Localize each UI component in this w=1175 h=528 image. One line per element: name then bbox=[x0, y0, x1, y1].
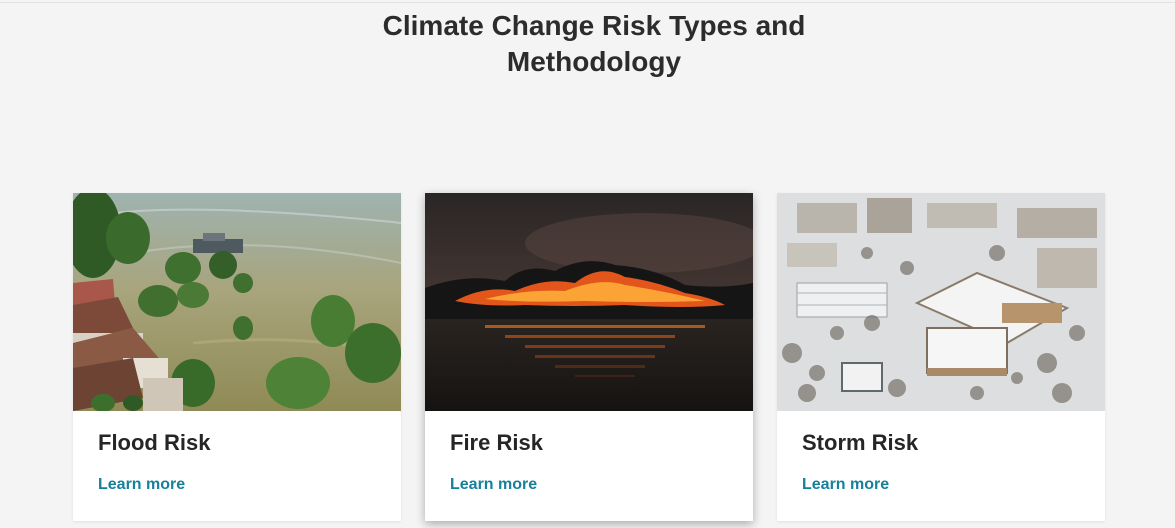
page-title-line-2: Methodology bbox=[506, 46, 682, 77]
card-title: Fire Risk bbox=[450, 430, 543, 455]
storm-risk-image bbox=[777, 193, 1105, 411]
storm-risk-card[interactable]: Storm Risk Learn more bbox=[777, 193, 1105, 521]
card-title: Flood Risk bbox=[98, 430, 211, 455]
card-title: Storm Risk bbox=[802, 430, 919, 455]
top-divider bbox=[0, 2, 1175, 3]
fire-risk-image bbox=[425, 193, 753, 411]
learn-more-link[interactable]: Learn more bbox=[802, 475, 889, 495]
flood-risk-card[interactable]: Flood Risk Learn more bbox=[73, 193, 401, 521]
page-title-line-1: Climate Change Risk Types and bbox=[382, 10, 806, 41]
learn-more-link[interactable]: Learn more bbox=[450, 475, 537, 495]
page-title: Climate Change Risk Types and Methodolog… bbox=[0, 8, 1175, 80]
learn-more-link[interactable]: Learn more bbox=[98, 475, 185, 495]
flood-risk-image bbox=[73, 193, 401, 411]
fire-risk-card[interactable]: Fire Risk Learn more bbox=[425, 193, 753, 521]
